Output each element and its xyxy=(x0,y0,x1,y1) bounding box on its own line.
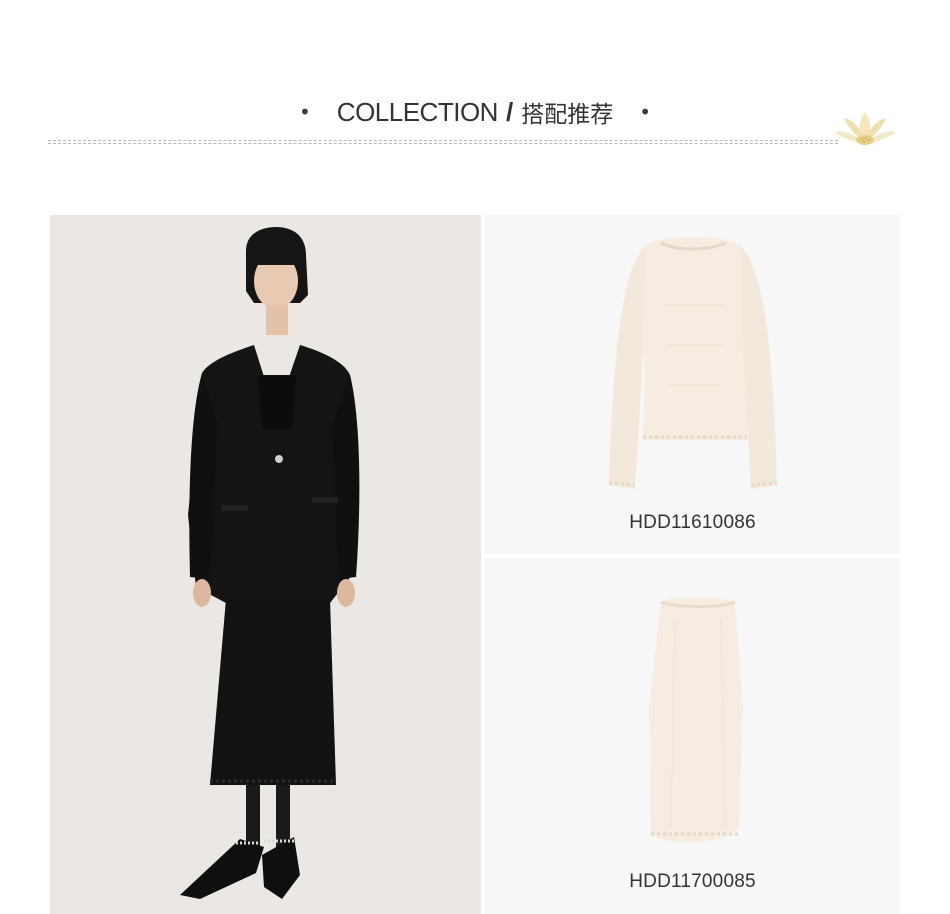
title-separator: / xyxy=(505,96,514,127)
section-title: • COLLECTION / 搭配推荐 • xyxy=(0,92,950,132)
title-dot-right: • xyxy=(639,100,651,124)
skirt-icon xyxy=(649,597,743,843)
title-dot-left: • xyxy=(299,100,311,124)
title-chinese: 搭配推荐 xyxy=(521,102,614,128)
lotus-flower-icon xyxy=(834,112,896,145)
product-card-top[interactable]: HDD11610086 xyxy=(485,215,900,554)
section-header: • COLLECTION / 搭配推荐 • xyxy=(0,0,950,160)
model-figure-illustration xyxy=(180,227,360,899)
sweater-icon xyxy=(608,237,778,489)
product-card-bottom[interactable]: HDD11700085 xyxy=(485,558,900,914)
product-code[interactable]: HDD11700085 xyxy=(485,871,900,893)
title-english: COLLECTION xyxy=(336,96,499,127)
product-code[interactable]: HDD11610086 xyxy=(485,512,900,534)
header-divider xyxy=(48,140,838,144)
model-photo xyxy=(50,215,481,914)
